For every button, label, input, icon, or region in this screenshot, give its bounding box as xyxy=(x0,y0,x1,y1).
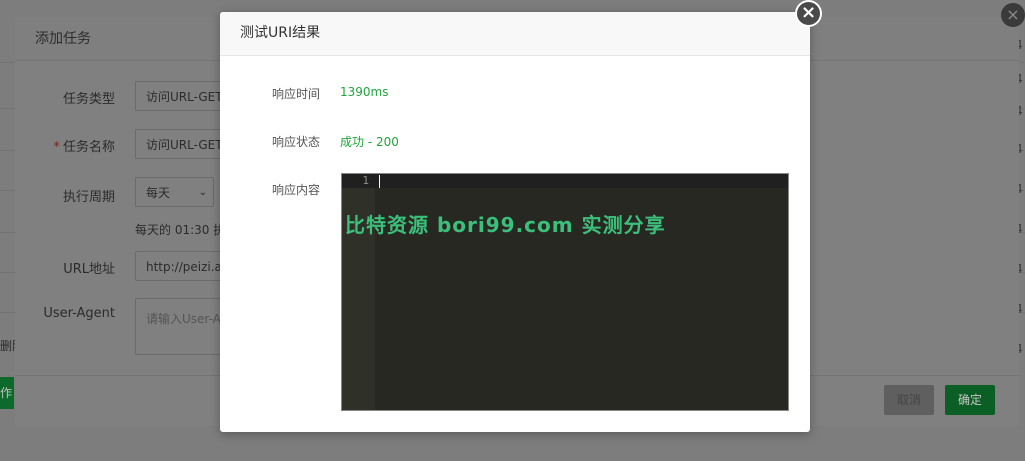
required-marker: * xyxy=(53,140,60,155)
test-uri-result-dialog: 测试URI结果 响应时间 1390ms 响应状态 成功 - 200 响应内容 1… xyxy=(220,12,810,432)
url-label: URL地址 xyxy=(63,262,115,277)
task-name-input[interactable]: 访问URL-GET xyxy=(135,129,225,159)
period-hint: 每天的 01:30 执 xyxy=(135,223,226,237)
response-status-value: 成功 - 200 xyxy=(340,135,399,149)
user-agent-label: User-Agent xyxy=(43,306,115,321)
user-agent-input[interactable]: 请输入User-A xyxy=(135,298,225,355)
response-time-value: 1390ms xyxy=(340,85,389,99)
editor-active-line xyxy=(342,174,788,188)
line-number: 1 xyxy=(362,174,369,187)
close-icon[interactable]: × xyxy=(1001,3,1025,27)
url-input[interactable]: http://peizi.a xyxy=(135,251,225,281)
cancel-button[interactable]: 取消 xyxy=(884,385,934,415)
left-action-button[interactable]: 作 xyxy=(0,377,14,409)
task-name-label: * 任务名称 xyxy=(53,140,115,155)
response-status-label: 响应状态 xyxy=(271,135,320,149)
task-type-label: 任务类型 xyxy=(62,92,115,107)
task-type-select[interactable]: 访问URL-GET xyxy=(135,81,225,111)
period-select[interactable]: 每天 ⌄ xyxy=(135,177,214,207)
text-cursor xyxy=(379,175,380,188)
period-label: 执行周期 xyxy=(62,190,115,205)
response-content-editor[interactable]: 1 比特资源 bori99.com 实测分享 xyxy=(341,173,789,411)
close-icon[interactable]: × xyxy=(795,0,822,27)
response-content-label: 响应内容 xyxy=(271,183,320,197)
response-time-label: 响应时间 xyxy=(271,87,320,101)
confirm-button[interactable]: 确定 xyxy=(945,385,995,415)
chevron-down-icon: ⌄ xyxy=(198,187,207,198)
watermark-text: 比特资源 bori99.com 实测分享 xyxy=(345,213,666,237)
dialog-title: 测试URI结果 xyxy=(220,12,810,56)
